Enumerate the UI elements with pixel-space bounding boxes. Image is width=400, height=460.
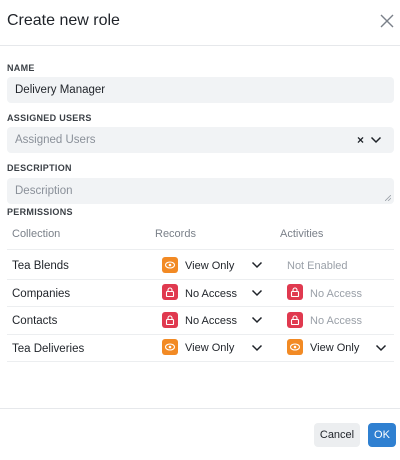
name-input[interactable]: Delivery Manager — [7, 77, 394, 103]
description-placeholder: Description — [15, 185, 73, 197]
column-header-records: Records — [155, 228, 196, 240]
dialog-header: Create new role — [0, 0, 400, 46]
row-divider — [7, 279, 394, 280]
cancel-button[interactable]: Cancel — [314, 423, 360, 447]
column-header-collection: Collection — [12, 228, 61, 240]
resize-handle-icon[interactable] — [385, 195, 391, 201]
records-permission-value[interactable]: No Access — [185, 315, 237, 327]
lock-icon — [287, 284, 303, 300]
activities-permission-value: No Access — [310, 288, 362, 300]
row-divider — [7, 306, 394, 307]
row-divider — [7, 361, 394, 362]
footer-divider — [0, 408, 400, 409]
chevron-down-icon[interactable] — [370, 136, 382, 144]
activities-permission-value: No Access — [310, 315, 362, 327]
name-label: NAME — [7, 63, 35, 73]
assigned-users-select[interactable]: Assigned Users × — [7, 127, 394, 153]
ok-button[interactable]: OK — [368, 423, 396, 447]
close-icon[interactable] — [378, 12, 396, 30]
chevron-down-icon[interactable] — [375, 344, 387, 352]
lock-icon — [162, 284, 178, 300]
assigned-users-placeholder: Assigned Users — [15, 134, 96, 146]
chevron-down-icon[interactable] — [251, 261, 263, 269]
row-divider — [7, 334, 394, 335]
chevron-down-icon[interactable] — [251, 344, 263, 352]
activities-permission-value[interactable]: View Only — [310, 342, 359, 354]
clear-icon[interactable]: × — [357, 134, 364, 146]
collection-name: Tea Deliveries — [12, 343, 85, 355]
chevron-down-icon[interactable] — [251, 289, 263, 297]
eye-icon — [287, 339, 303, 355]
column-header-activities: Activities — [280, 228, 324, 240]
records-permission-value[interactable]: View Only — [185, 260, 234, 272]
collection-name: Contacts — [12, 315, 58, 327]
dialog-title: Create new role — [7, 12, 120, 29]
chevron-down-icon[interactable] — [251, 316, 263, 324]
lock-icon — [287, 312, 303, 328]
collection-name: Tea Blends — [12, 260, 69, 272]
description-textarea[interactable]: Description — [7, 178, 394, 204]
lock-icon — [162, 312, 178, 328]
records-permission-value[interactable]: No Access — [185, 288, 237, 300]
description-label: DESCRIPTION — [7, 163, 72, 173]
collection-name: Companies — [12, 288, 71, 300]
eye-icon — [162, 257, 178, 273]
activities-permission-value: Not Enabled — [287, 260, 348, 272]
eye-icon — [162, 339, 178, 355]
assigned-users-label: ASSIGNED USERS — [7, 113, 92, 123]
records-permission-value[interactable]: View Only — [185, 342, 234, 354]
table-divider — [7, 249, 394, 250]
permissions-label: PERMISSIONS — [7, 207, 73, 217]
